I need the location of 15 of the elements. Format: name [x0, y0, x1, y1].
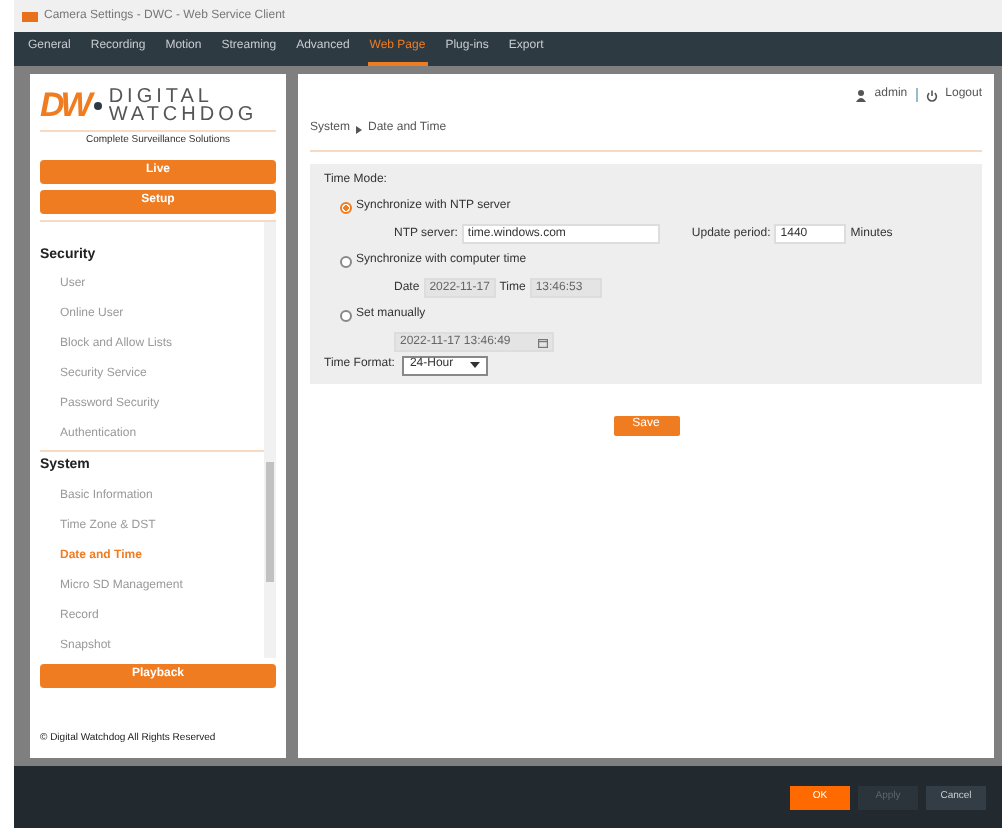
scrollbar-thumb[interactable]	[266, 461, 274, 581]
calendar-icon	[538, 337, 548, 347]
logo-mark: DW	[40, 86, 89, 126]
logo-text: DIGITAL	[108, 88, 213, 106]
power-icon	[925, 89, 938, 101]
caret-icon	[469, 362, 480, 369]
app-icon	[22, 11, 38, 21]
logo-text: WATCHDOG	[108, 106, 258, 124]
chevron-icon	[356, 125, 363, 133]
logo-dot	[94, 102, 103, 110]
radio-button[interactable]	[340, 255, 352, 267]
radio-button[interactable]	[340, 309, 352, 321]
user-icon	[856, 89, 867, 101]
scrollbar[interactable]	[264, 221, 276, 657]
radio-button[interactable]	[340, 201, 352, 213]
